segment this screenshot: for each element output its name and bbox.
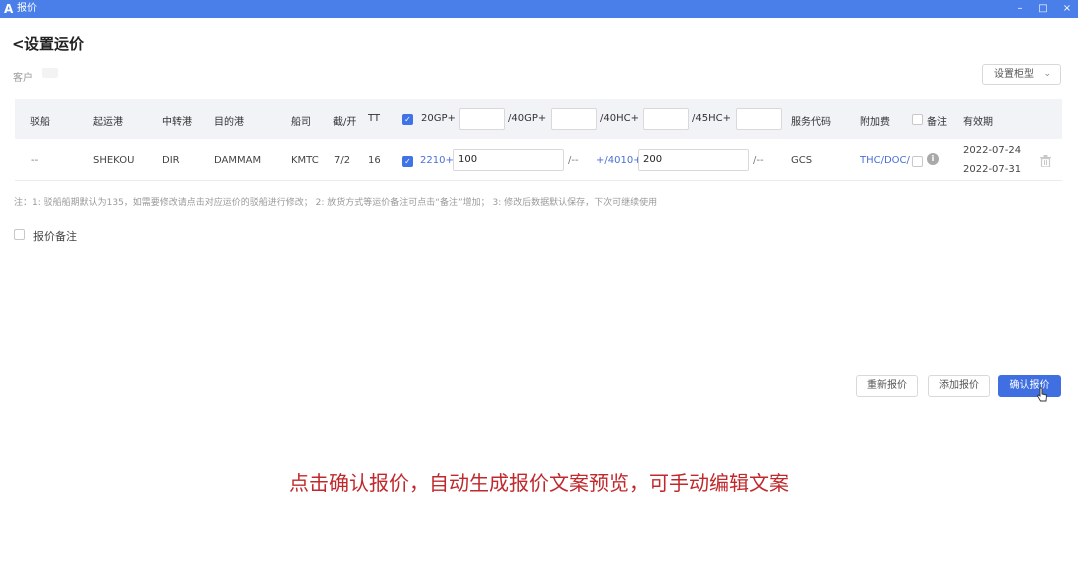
requote-button[interactable]: 重新报价 (856, 375, 918, 397)
maximize-button[interactable]: □ (1036, 2, 1050, 16)
close-button[interactable]: × (1060, 2, 1074, 16)
box-type-label: 设置柜型 (994, 69, 1034, 80)
header-carrier: 船司 (291, 117, 311, 128)
app-logo-icon: A (4, 2, 14, 16)
header-40gp: /40GP+ (508, 113, 547, 124)
row-remark-checkbox[interactable] (912, 156, 923, 167)
row-tt: 16 (368, 155, 381, 166)
chevron-down-icon: ⌄ (1043, 69, 1051, 79)
minimize-button[interactable]: – (1013, 2, 1027, 16)
usage-note: 注：1: 驳船船期默认为135，如需要修改请点击对应运价的驳船进行修改； 2: … (14, 198, 658, 208)
row-origin: SHEKOU (93, 155, 135, 166)
page-title-text: 设置运价 (24, 35, 85, 53)
header-40hc-input[interactable] (643, 108, 689, 130)
page-title: <设置运价 (12, 33, 84, 54)
row-service-code: GCS (791, 155, 813, 166)
header-origin: 起运港 (93, 117, 123, 128)
header-40hc: /40HC+ (600, 113, 639, 124)
trash-icon[interactable] (1040, 155, 1051, 167)
hand-cursor-icon (1036, 387, 1047, 402)
header-select-checkbox[interactable]: ✓ (402, 114, 413, 125)
row-carrier: KMTC (291, 155, 319, 166)
row-barge[interactable]: -- (31, 155, 38, 166)
row-40gp-input[interactable]: 200 (638, 149, 749, 171)
window-title: 报价 (17, 3, 37, 14)
header-surcharge: 附加费 (860, 117, 890, 128)
quote-remark-checkbox[interactable] (14, 229, 25, 240)
info-icon[interactable]: i (927, 153, 939, 165)
row-cutoff: 7/2 (334, 155, 351, 166)
row-surcharge-link[interactable]: THC/DOC/ (860, 155, 910, 166)
row-select-checkbox[interactable]: ✓ (402, 156, 413, 167)
header-40gp-input[interactable] (551, 108, 597, 130)
row-destination: DAMMAM (214, 155, 262, 166)
quote-remark-label: 报价备注 (33, 230, 77, 243)
header-service-code: 服务代码 (791, 117, 831, 128)
box-type-dropdown[interactable]: 设置柜型 ⌄ (982, 64, 1061, 85)
header-transit: 中转港 (162, 117, 192, 128)
header-20gp-input[interactable] (459, 108, 505, 130)
header-45hc: /45HC+ (692, 113, 731, 124)
row-valid-from: 2022-07-24 (963, 145, 1022, 156)
header-barge: 驳船 (30, 117, 50, 128)
header-20gp: 20GP+ (421, 113, 456, 124)
header-45hc-input[interactable] (736, 108, 782, 130)
back-arrow-icon[interactable]: < (12, 35, 25, 53)
row-sep-2: /-- (753, 155, 764, 166)
header-remark: 备注 (927, 117, 947, 128)
row-transit: DIR (162, 155, 180, 166)
header-validity: 有效期 (963, 117, 993, 128)
row-valid-to: 2022-07-31 (963, 164, 1022, 175)
confirm-quote-button[interactable]: 确认报价 (998, 375, 1061, 397)
row-sep-1: /-- (568, 155, 579, 166)
header-tt: TT (368, 113, 381, 124)
header-destination: 目的港 (214, 117, 244, 128)
customer-value[interactable] (42, 68, 58, 78)
add-quote-button[interactable]: 添加报价 (928, 375, 990, 397)
header-cutoff: 截/开 (333, 117, 357, 128)
customer-label: 客户 (13, 73, 33, 84)
row-40gp-base: +/4010+ (596, 155, 642, 166)
row-20gp-base: 2210+ (420, 155, 454, 166)
row-20gp-input[interactable]: 100 (453, 149, 564, 171)
tutorial-caption: 点击确认报价，自动生成报价文案预览，可手动编辑文案 (289, 471, 789, 495)
window-titlebar: A 报价 – □ × (0, 0, 1078, 18)
header-remark-checkbox[interactable] (912, 114, 923, 125)
